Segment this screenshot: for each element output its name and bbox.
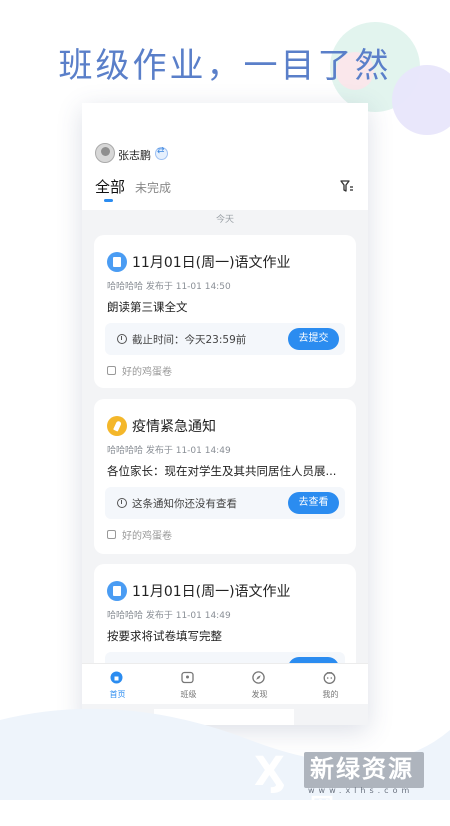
- card-meta: 哈哈哈哈 发布于 11-01 14:49: [107, 611, 231, 621]
- watermark-logo: Ӽ 新绿资源网 www.xlhs.com: [248, 748, 430, 821]
- nav-me[interactable]: 我的: [295, 664, 366, 704]
- card-meta: 哈哈哈哈 发布于 11-01 14:50: [107, 282, 231, 292]
- date-divider: 今天: [215, 215, 234, 225]
- nav-discover-label: 发现: [251, 690, 268, 699]
- card-meta: 哈哈哈哈 发布于 11-01 14:49: [107, 446, 231, 456]
- promo-headline: 班级作业，一目了然: [58, 46, 392, 86]
- nav-class[interactable]: 班级: [153, 664, 224, 704]
- app-header: 张志鹏 全部 未完成: [82, 103, 368, 210]
- card-title: 11月01日(周一)语文作业: [132, 584, 291, 600]
- clock-icon: [117, 498, 127, 508]
- card-body: 按要求将试卷填写完整: [107, 629, 222, 643]
- deadline-bar: 截止时间：今天23:59前 去提交: [105, 323, 345, 355]
- clock-icon: [117, 334, 127, 344]
- avatar[interactable]: [95, 143, 115, 163]
- megaphone-icon: [107, 416, 127, 436]
- submit-button[interactable]: 去提交: [288, 328, 339, 350]
- user-name[interactable]: 张志鹏: [118, 147, 151, 163]
- class-icon: [107, 530, 116, 539]
- card-title: 疫情紧急通知: [132, 419, 216, 435]
- nav-home-label: 首页: [109, 690, 126, 699]
- bottom-nav: 首页 班级 发现 我的: [82, 663, 368, 704]
- notice-status-bar: 这条通知你还没有查看 去查看: [105, 487, 345, 519]
- view-button[interactable]: 去查看: [288, 492, 339, 514]
- nav-class-label: 班级: [180, 690, 197, 699]
- nav-me-label: 我的: [322, 690, 339, 699]
- logo-mark-icon: Ӽ: [254, 749, 285, 795]
- switch-account-icon[interactable]: [155, 146, 168, 160]
- card-title: 11月01日(周一)语文作业: [132, 255, 291, 271]
- class-icon: [181, 671, 194, 684]
- nav-discover[interactable]: 发现: [224, 664, 295, 704]
- tab-active-indicator: [104, 199, 113, 202]
- watermark-url: www.xlhs.com: [308, 786, 414, 795]
- filter-icon[interactable]: [340, 179, 354, 193]
- list-item[interactable]: 疫情紧急通知 哈哈哈哈 发布于 11-01 14:49 各位家长：现在对学生及其…: [94, 399, 356, 554]
- list-item[interactable]: 11月01日(周一)语文作业 哈哈哈哈 发布于 11-01 14:50 朗读第三…: [94, 235, 356, 388]
- phone-screen: 张志鹏 全部 未完成 今天 11月01日(周一)语文作业 哈哈哈哈 发布于 11…: [82, 103, 368, 725]
- class-name: 好的鸡蛋卷: [122, 531, 172, 542]
- class-name: 好的鸡蛋卷: [122, 367, 172, 378]
- document-icon: [107, 252, 127, 272]
- document-icon: [107, 581, 127, 601]
- profile-face-icon: [323, 672, 336, 684]
- card-body: 朗读第三课全文: [107, 300, 188, 314]
- tab-all[interactable]: 全部: [95, 176, 125, 197]
- notice-status-text: 这条通知你还没有查看: [132, 498, 237, 510]
- home-icon: [110, 671, 123, 684]
- card-body: 各位家长：现在对学生及其共同居住人员展...: [107, 464, 337, 478]
- class-icon: [107, 366, 116, 375]
- tab-pending[interactable]: 未完成: [135, 179, 171, 196]
- deadline-text: 截止时间：今天23:59前: [132, 334, 247, 346]
- compass-icon: [252, 671, 265, 684]
- nav-home[interactable]: 首页: [82, 664, 153, 704]
